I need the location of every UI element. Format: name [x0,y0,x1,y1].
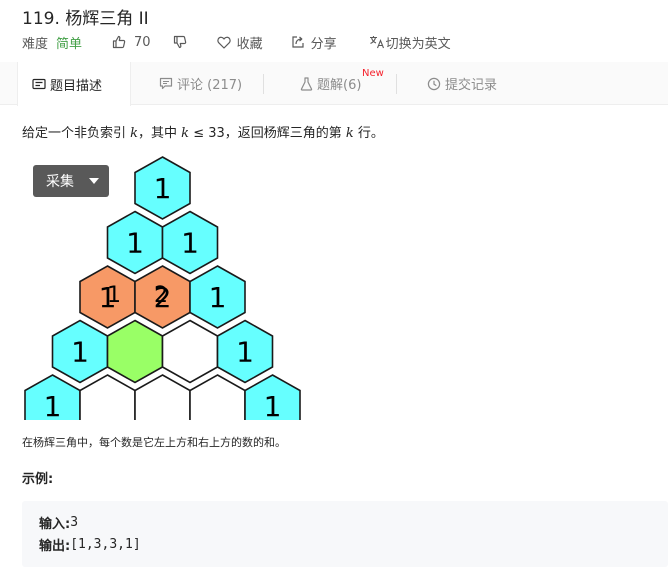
example-heading: 示例: [22,472,54,487]
input-value: 3 [70,515,79,530]
triangle-caption: 在杨辉三角中，每个数是它左上方和右上方的数的和。 [22,436,286,449]
problem-title: 119. 杨辉三角 II [22,9,149,29]
tab-submissions-label: 提交记录 [445,78,498,93]
translate-icon [369,35,385,49]
triangle-cell-value: 1 [209,281,227,314]
favorite-button[interactable]: 收藏 [216,33,263,52]
example-output-line: 输出: [1,3,3,1] [39,535,141,554]
difficulty-label: 难度 [22,36,49,52]
triangle-cell [189,374,246,420]
switch-language-button[interactable]: 切换为英文 [369,33,451,52]
tab-solutions-label: 题解(6) [317,78,362,93]
triangle-cell [106,319,164,384]
problem-tabs: 题目描述 评论 (217) 题解(6) 提交记录 [0,62,668,106]
triangle-cell-value: 1 [236,336,254,369]
example-code-block: 输入: 3 输出: [1,3,3,1] [22,501,668,567]
triangle-cell [161,319,219,384]
tab-divider [263,74,264,94]
dislike-button[interactable] [173,35,187,49]
flask-icon [300,76,313,91]
clock-icon [427,77,441,91]
tab-description-label: 题目描述 [50,78,103,94]
variable-k: k [181,126,190,141]
new-badge: New [362,68,384,79]
triangle-ghost-label: 1 [107,283,121,308]
share-button[interactable]: 分享 [291,33,337,52]
description-text: 行。 [353,126,384,141]
description-text: ≤ 33，返回杨辉三角的第 [189,126,346,141]
tab-comments[interactable]: 评论 (217) [159,62,242,105]
likes-count: 70 [134,34,151,50]
thumbs-up-icon [112,35,126,49]
input-key: 输入: [39,517,71,532]
triangle-cell [134,374,191,420]
triangle-cell-value: 1 [126,227,144,260]
problem-description: 给定一个非负索引 k，其中 k ≤ 33，返回杨辉三角的第 k 行。 [22,122,384,141]
comment-icon [159,77,173,90]
tab-comments-label: 评论 (217) [177,78,243,93]
collect-button-label: 采集 [46,174,74,190]
triangle-cell [79,374,136,420]
tab-submissions[interactable]: 提交记录 [427,62,497,105]
problem-meta-bar: 难度 简单 70 收藏 分享 切换为英文 [22,33,451,52]
tab-solutions[interactable]: 题解(6) [300,62,361,105]
caret-down-icon [89,178,99,184]
output-value: [1,3,3,1] [70,537,141,552]
collect-button[interactable]: 采集 [33,165,109,197]
tab-divider [396,74,397,94]
example-input-line: 输入: 3 [39,513,78,532]
description-icon [32,78,46,90]
output-key: 输出: [39,539,71,554]
share-icon [291,35,305,49]
like-button[interactable]: 70 [112,35,151,50]
variable-k: k [130,126,139,141]
difficulty-value: 简单 [56,36,83,52]
description-text: 给定一个非负索引 [22,126,131,141]
triangle-cell-value: 1 [154,172,172,205]
switch-language-label: 切换为英文 [385,36,451,52]
triangle-cell-value: 1 [264,390,282,420]
triangle-cell-value: 1 [71,336,89,369]
share-label: 分享 [310,36,337,52]
description-text: ，其中 [138,126,182,141]
triangle-cell-value: 1 [181,227,199,260]
thumbs-down-icon [173,35,187,49]
heart-icon [216,36,231,49]
triangle-ghost-label: 2 [154,283,168,308]
variable-k: k [345,126,354,141]
tab-description[interactable]: 题目描述 [17,62,131,106]
favorite-label: 收藏 [236,36,263,52]
triangle-cell-value: 1 [44,390,62,420]
